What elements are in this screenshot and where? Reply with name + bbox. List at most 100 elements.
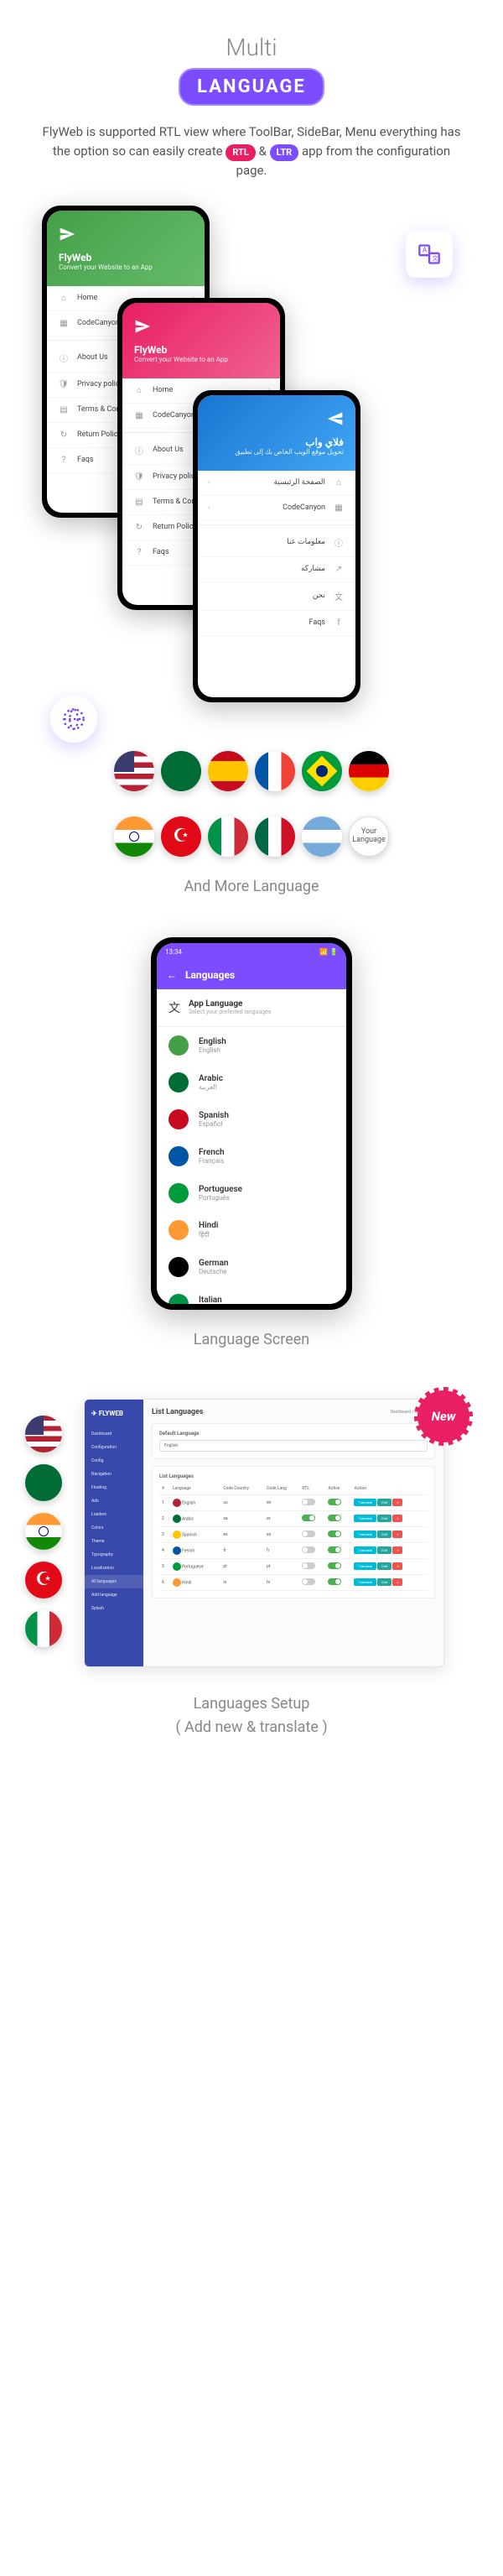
flag-de	[349, 751, 389, 791]
translate-icon: 文	[332, 590, 345, 602]
language-native: English	[199, 1046, 226, 1054]
flag-in	[114, 816, 154, 857]
admin-nav-item[interactable]: Splash	[85, 1602, 143, 1615]
edit-button[interactable]: Edit	[377, 1499, 392, 1506]
flag-sa	[161, 751, 201, 791]
delete-button[interactable]: ×	[392, 1499, 402, 1506]
cell-rtl	[299, 1542, 325, 1558]
cell-active	[325, 1574, 351, 1590]
language-flag-icon	[169, 1294, 189, 1304]
language-item[interactable]: PortuguesePortuguês	[157, 1175, 346, 1212]
admin-nav-item[interactable]: Configuration	[85, 1441, 143, 1454]
menu-item-faqs-rtl[interactable]: fFaqs	[198, 611, 355, 636]
active-toggle[interactable]	[328, 1515, 341, 1521]
language-item[interactable]: ItalianItaliano	[157, 1285, 346, 1304]
edit-button[interactable]: Edit	[377, 1546, 392, 1554]
language-item[interactable]: FrenchFrançais	[157, 1138, 346, 1175]
svg-text:A: A	[423, 245, 428, 253]
language-name: German	[199, 1259, 228, 1268]
admin-nav-item[interactable]: Loaders	[85, 1508, 143, 1521]
active-toggle[interactable]	[328, 1530, 341, 1537]
table-header: Language	[170, 1483, 221, 1495]
language-item[interactable]: GermanDeutsche	[157, 1249, 346, 1285]
language-item[interactable]: EnglishEnglish	[157, 1027, 346, 1064]
admin-nav-item[interactable]: Floating	[85, 1481, 143, 1494]
cell-rtl	[299, 1558, 325, 1574]
language-flag-icon	[169, 1183, 189, 1203]
default-language-select[interactable]: English	[159, 1440, 428, 1452]
return-icon: ↻	[132, 523, 146, 532]
admin-nav-item[interactable]: All languages	[85, 1575, 143, 1588]
delete-button[interactable]: ×	[392, 1530, 402, 1538]
language-item[interactable]: Hindiहिंदी	[157, 1212, 346, 1249]
cell-active	[325, 1542, 351, 1558]
table-header: RTL	[299, 1483, 325, 1495]
cell-country-code: pt	[220, 1558, 264, 1574]
edit-button[interactable]: Edit	[377, 1562, 392, 1570]
admin-nav-item[interactable]: Config	[85, 1454, 143, 1468]
active-toggle[interactable]	[328, 1546, 341, 1553]
cell-language: Hindi	[170, 1574, 221, 1590]
menu-item-translate-rtl[interactable]: 文نحن	[198, 582, 355, 611]
rtl-toggle[interactable]	[302, 1578, 315, 1585]
rtl-toggle[interactable]	[302, 1546, 315, 1553]
admin-nav-item[interactable]: Colors	[85, 1521, 143, 1535]
grid-icon: ▦	[332, 503, 345, 513]
flag-br	[302, 751, 342, 791]
svg-text:文: 文	[433, 254, 438, 262]
language-item[interactable]: SpanishEspañol	[157, 1101, 346, 1138]
rtl-toggle[interactable]	[302, 1562, 315, 1569]
info-icon: ⓘ	[132, 444, 146, 456]
admin-nav-item[interactable]: Theme	[85, 1535, 143, 1548]
translate-button[interactable]: Translate	[354, 1562, 376, 1570]
language-item[interactable]: Arabicالعربية	[157, 1064, 346, 1101]
delete-button[interactable]: ×	[392, 1562, 402, 1570]
rtl-toggle[interactable]	[302, 1530, 315, 1537]
phone-mockup-languages: 13:34📶 🔋 ←Languages 文 App Language Selec…	[151, 937, 352, 1310]
admin-nav-item[interactable]: Ads	[85, 1494, 143, 1508]
edit-button[interactable]: Edit	[377, 1530, 392, 1538]
active-toggle[interactable]	[328, 1499, 341, 1505]
rtl-toggle[interactable]	[302, 1499, 315, 1505]
info-icon: ⓘ	[332, 536, 345, 549]
cell-active	[325, 1526, 351, 1542]
menu-item-home-rtl[interactable]: ⌂الصفحة الرئيسية‹	[198, 471, 355, 496]
admin-nav-item[interactable]: Localization	[85, 1562, 143, 1575]
language-list: EnglishEnglishArabicالعربيةSpanishEspaño…	[157, 1027, 346, 1304]
edit-button[interactable]: Edit	[377, 1578, 392, 1586]
admin-nav-item[interactable]: Add language	[85, 1588, 143, 1602]
list-languages-card: List Languages #LanguageCode CountryCode…	[152, 1466, 435, 1598]
admin-nav-item[interactable]: Navigation	[85, 1468, 143, 1481]
rtl-toggle[interactable]	[302, 1515, 315, 1521]
active-toggle[interactable]	[328, 1578, 341, 1585]
language-name: French	[199, 1148, 225, 1157]
share-icon: ↗	[332, 565, 345, 574]
translate-button[interactable]: Translate	[354, 1515, 376, 1522]
active-toggle[interactable]	[328, 1562, 341, 1569]
app-subtitle: Convert your Website to an App	[134, 356, 268, 363]
translate-button[interactable]: Translate	[354, 1578, 376, 1586]
menu-item-share-rtl[interactable]: ↗مشاركه	[198, 557, 355, 582]
globe-icon	[50, 696, 97, 743]
delete-button[interactable]: ×	[392, 1546, 402, 1554]
return-icon: ↻	[57, 430, 70, 440]
edit-button[interactable]: Edit	[377, 1515, 392, 1522]
delete-button[interactable]: ×	[392, 1578, 402, 1586]
menu-label: معلومات عنا	[208, 538, 332, 546]
delete-button[interactable]: ×	[392, 1515, 402, 1522]
translate-button[interactable]: Translate	[354, 1530, 376, 1538]
admin-nav-item[interactable]: Dashboard	[85, 1427, 143, 1441]
title-multi: Multi	[25, 34, 478, 61]
flag-es	[208, 751, 248, 791]
drawer-header-pink: FlyWeb Convert your Website to an App	[122, 303, 280, 378]
table-row: 3 Spanish es es Translate Edit ×	[159, 1526, 428, 1542]
cell-lang-code: hi	[264, 1574, 299, 1590]
language-flag-icon	[169, 1109, 189, 1129]
back-icon[interactable]: ←	[167, 969, 177, 981]
translate-button[interactable]: Translate	[354, 1499, 376, 1506]
translate-button[interactable]: Translate	[354, 1546, 376, 1554]
admin-nav-item[interactable]: Typography	[85, 1548, 143, 1562]
menu-item-about-rtl[interactable]: ⓘمعلومات عنا	[198, 529, 355, 557]
menu-item-codecanyon-rtl[interactable]: ▦CodeCanyon‹	[198, 496, 355, 521]
menu-label: الصفحة الرئيسية	[210, 478, 332, 487]
